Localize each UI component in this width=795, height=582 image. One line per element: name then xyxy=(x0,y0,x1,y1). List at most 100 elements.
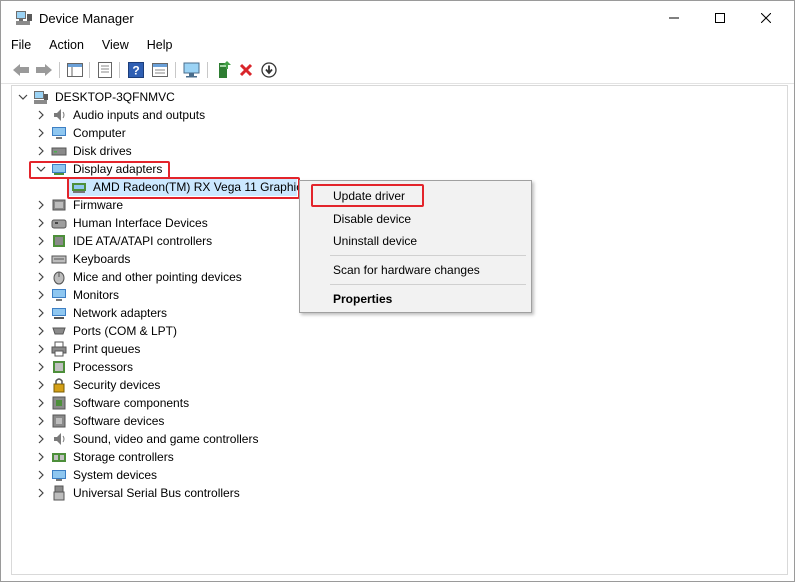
view-icon xyxy=(152,63,168,77)
tree-item[interactable]: Software components xyxy=(12,394,712,412)
toolbar-separator xyxy=(207,62,208,78)
sound-controller-icon xyxy=(51,431,67,447)
tree-item[interactable]: Sound, video and game controllers xyxy=(12,430,712,448)
computer-icon xyxy=(51,125,67,141)
system-device-icon xyxy=(51,467,67,483)
disable-device-menu-item[interactable]: Disable device xyxy=(333,212,411,226)
uninstall-device-icon xyxy=(239,63,253,77)
tree-item-label: Software components xyxy=(73,396,190,410)
chevron-right-icon[interactable] xyxy=(35,469,47,481)
tree-item-label: Keyboards xyxy=(73,252,131,266)
mouse-icon xyxy=(51,269,67,285)
tree-root-label: DESKTOP-3QFNMVC xyxy=(55,90,175,104)
tree-item[interactable]: Print queues xyxy=(12,340,712,358)
chevron-right-icon[interactable] xyxy=(35,397,47,409)
tree-item[interactable]: Security devices xyxy=(12,376,712,394)
properties-button[interactable] xyxy=(95,60,115,80)
monitor-icon xyxy=(51,287,67,303)
chevron-right-icon[interactable] xyxy=(35,199,47,211)
view-button[interactable] xyxy=(150,60,170,80)
menu-bar: File Action View Help xyxy=(1,35,181,57)
firmware-icon xyxy=(51,197,67,213)
tree-item-label: Human Interface Devices xyxy=(73,216,208,230)
device-tree: DESKTOP-3QFNMVC Audio inputs and outputs… xyxy=(11,85,788,575)
chevron-right-icon[interactable] xyxy=(35,415,47,427)
forward-arrow-icon xyxy=(36,64,52,76)
close-button[interactable] xyxy=(743,1,789,35)
hid-icon xyxy=(51,215,67,231)
device-manager-icon xyxy=(15,10,33,26)
chevron-right-icon[interactable] xyxy=(35,145,47,157)
tree-item[interactable]: Universal Serial Bus controllers xyxy=(12,484,712,502)
uninstall-device-button[interactable] xyxy=(236,60,256,80)
tree-item[interactable]: Disk drives xyxy=(12,142,712,160)
update-driver-highlight xyxy=(311,184,424,207)
chevron-right-icon[interactable] xyxy=(35,253,47,265)
tree-item-label: Audio inputs and outputs xyxy=(73,108,206,122)
chevron-right-icon[interactable] xyxy=(35,451,47,463)
chevron-right-icon[interactable] xyxy=(35,325,47,337)
tree-item-label: Software devices xyxy=(73,414,165,428)
device-manager-window: Device Manager File Action View Help ? D… xyxy=(0,0,795,582)
tree-item-label: Universal Serial Bus controllers xyxy=(73,486,240,500)
maximize-button[interactable] xyxy=(697,1,743,35)
tree-item[interactable]: System devices xyxy=(12,466,712,484)
chevron-right-icon[interactable] xyxy=(35,289,47,301)
forward-button[interactable] xyxy=(34,60,54,80)
uninstall-device-menu-item[interactable]: Uninstall device xyxy=(333,234,417,248)
chevron-right-icon[interactable] xyxy=(35,109,47,121)
chevron-right-icon[interactable] xyxy=(35,307,47,319)
scan-hardware-button[interactable] xyxy=(182,60,202,80)
printer-icon xyxy=(51,341,67,357)
port-icon xyxy=(51,323,67,339)
toolbar: ? xyxy=(1,57,794,84)
scan-hardware-icon xyxy=(183,62,200,78)
menu-view[interactable]: View xyxy=(92,35,137,57)
chevron-down-icon[interactable] xyxy=(17,91,29,103)
tree-item-label: Monitors xyxy=(73,288,120,302)
tree-item-label: Sound, video and game controllers xyxy=(73,432,259,446)
storage-controller-icon xyxy=(51,449,67,465)
show-hide-console-tree-icon xyxy=(67,63,83,77)
tree-item-label: IDE ATA/ATAPI controllers xyxy=(73,234,213,248)
tree-item[interactable]: Ports (COM & LPT) xyxy=(12,322,712,340)
chevron-right-icon[interactable] xyxy=(35,487,47,499)
chevron-right-icon[interactable] xyxy=(35,379,47,391)
scan-hardware-menu-item[interactable]: Scan for hardware changes xyxy=(333,263,480,277)
minimize-button[interactable] xyxy=(651,1,697,35)
tree-item[interactable]: Processors xyxy=(12,358,712,376)
tree-item-label: System devices xyxy=(73,468,158,482)
menu-help[interactable]: Help xyxy=(137,35,181,57)
chevron-right-icon[interactable] xyxy=(35,361,47,373)
chevron-right-icon[interactable] xyxy=(35,235,47,247)
tree-item[interactable]: Software devices xyxy=(12,412,712,430)
maximize-icon xyxy=(715,13,725,23)
chevron-right-icon[interactable] xyxy=(35,433,47,445)
security-device-icon xyxy=(51,377,67,393)
chevron-right-icon[interactable] xyxy=(35,217,47,229)
chevron-right-icon[interactable] xyxy=(35,127,47,139)
menu-file[interactable]: File xyxy=(1,35,39,57)
menu-action[interactable]: Action xyxy=(39,35,92,57)
network-adapter-icon xyxy=(51,305,67,321)
tree-item-label: Disk drives xyxy=(73,144,132,158)
properties-menu-item[interactable]: Properties xyxy=(333,292,392,306)
tree-item-label: Processors xyxy=(73,360,134,374)
tree-item[interactable]: Computer xyxy=(12,124,712,142)
download-driver-button[interactable] xyxy=(259,60,279,80)
chevron-right-icon[interactable] xyxy=(35,343,47,355)
toolbar-separator xyxy=(175,62,176,78)
window-title: Device Manager xyxy=(39,11,134,26)
tree-item-label: Computer xyxy=(73,126,126,140)
chevron-right-icon[interactable] xyxy=(35,271,47,283)
update-driver-icon xyxy=(219,61,231,78)
help-button[interactable]: ? xyxy=(126,60,146,80)
tree-root[interactable]: DESKTOP-3QFNMVC xyxy=(12,88,712,106)
back-button[interactable] xyxy=(11,60,31,80)
properties-icon xyxy=(98,62,112,78)
toolbar-separator xyxy=(59,62,60,78)
tree-item[interactable]: Storage controllers xyxy=(12,448,712,466)
show-hide-console-tree-button[interactable] xyxy=(65,60,85,80)
tree-item[interactable]: Audio inputs and outputs xyxy=(12,106,712,124)
update-driver-button[interactable] xyxy=(214,60,234,80)
